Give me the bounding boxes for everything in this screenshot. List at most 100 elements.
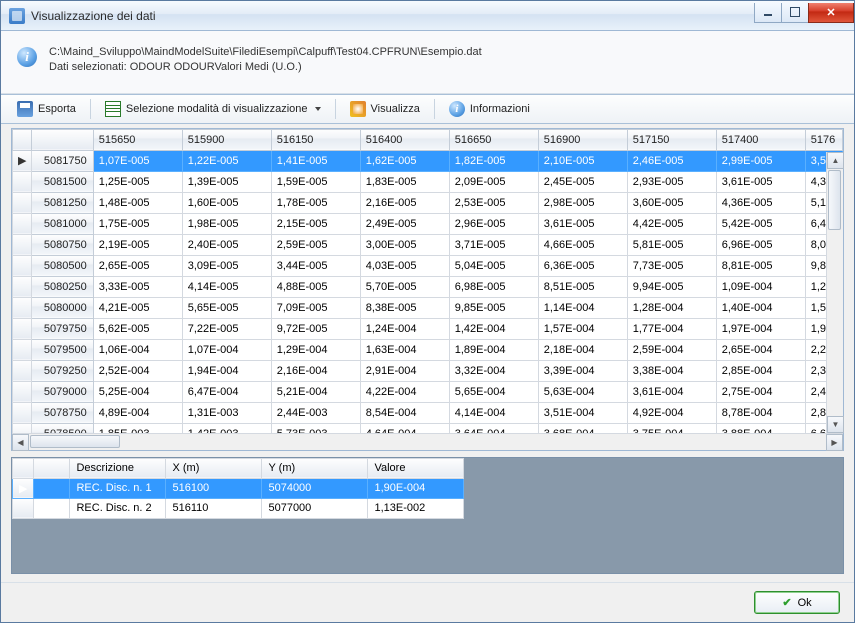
grid-cell[interactable]: 2,91E-004 [360,360,449,381]
grid-cell[interactable]: 5,70E-005 [360,276,449,297]
grid-cell[interactable]: 1,85E-003 [93,423,182,433]
grid-cell[interactable]: 1,63E-004 [360,339,449,360]
grid-cell[interactable]: 5,81E-005 [627,234,716,255]
grid-cell[interactable]: 2,18E-004 [538,339,627,360]
grid-cell[interactable]: 2,65E-005 [93,255,182,276]
table-row[interactable]: 50790005,25E-0046,47E-0045,21E-0044,22E-… [13,381,843,402]
vertical-scrollbar[interactable]: ▲ ▼ [826,152,843,433]
grid-cell[interactable]: 5,65E-005 [182,297,271,318]
grid-cell[interactable]: 1,82E-005 [449,150,538,171]
grid-cell[interactable]: 1,41E-005 [271,150,360,171]
grid-cell[interactable]: 8,51E-005 [538,276,627,297]
grid-cell[interactable]: 2,10E-005 [538,150,627,171]
grid-cell[interactable]: 1,28E-004 [627,297,716,318]
row-header[interactable]: 5080250 [31,276,93,297]
grid-cell[interactable]: 1,89E-004 [449,339,538,360]
row-header[interactable]: 5079250 [31,360,93,381]
column-header[interactable]: 5176 [805,129,842,150]
grid-cell[interactable]: 2,46E-005 [627,150,716,171]
row-selector[interactable]: ▶ [13,150,32,171]
grid-cell[interactable]: 7,22E-005 [182,318,271,339]
grid-cell[interactable]: 3,39E-004 [538,360,627,381]
grid-cell[interactable]: 5,25E-004 [93,381,182,402]
grid-cell[interactable]: 1,13E-002 [368,498,464,518]
grid-cell[interactable]: 6,36E-005 [538,255,627,276]
main-grid[interactable]: 5156505159005161505164005166505169005171… [11,128,844,451]
row-selector[interactable] [13,297,32,318]
grid-cell[interactable]: 1,75E-005 [93,213,182,234]
row-selector[interactable] [13,360,32,381]
grid-cell[interactable]: 3,44E-005 [271,255,360,276]
grid-cell[interactable]: 5,42E-005 [716,213,805,234]
row-selector[interactable]: ▶ [13,478,34,498]
row-selector[interactable] [13,339,32,360]
grid-cell[interactable]: 5077000 [262,498,368,518]
close-button[interactable] [808,3,854,23]
grid-cell[interactable]: 1,07E-004 [182,339,271,360]
grid-cell[interactable]: 5074000 [262,478,368,498]
grid-cell[interactable]: 3,00E-005 [360,234,449,255]
grid-cell[interactable]: 2,75E-004 [716,381,805,402]
grid-cell[interactable]: 4,89E-004 [93,402,182,423]
grid-cell[interactable]: 9,94E-005 [627,276,716,297]
grid-cell[interactable]: 1,31E-003 [182,402,271,423]
grid-cell[interactable]: 3,32E-004 [449,360,538,381]
grid-cell[interactable]: 3,33E-005 [93,276,182,297]
grid-cell[interactable]: 5,62E-005 [93,318,182,339]
table-row[interactable]: REC. Disc. n. 251611050770001,13E-002 [13,498,464,518]
grid-cell[interactable]: 1,97E-004 [716,318,805,339]
grid-cell[interactable]: 5,63E-004 [538,381,627,402]
column-header[interactable]: 516400 [360,129,449,150]
grid-cell[interactable]: 2,93E-005 [627,171,716,192]
grid-cell[interactable]: 3,38E-004 [627,360,716,381]
table-row[interactable]: 50807502,19E-0052,40E-0052,59E-0053,00E-… [13,234,843,255]
grid-cell[interactable]: 1,39E-005 [182,171,271,192]
column-header[interactable]: 515650 [93,129,182,150]
grid-cell[interactable]: 1,06E-004 [93,339,182,360]
row-selector[interactable] [13,381,32,402]
info-button[interactable]: i Informazioni [441,97,538,121]
table-row[interactable]: 50805002,65E-0053,09E-0053,44E-0054,03E-… [13,255,843,276]
grid-cell[interactable]: 4,22E-004 [360,381,449,402]
grid-cell[interactable]: 2,85E-004 [716,360,805,381]
row-header[interactable]: 5080000 [31,297,93,318]
scroll-right-icon[interactable]: ▶ [826,434,843,451]
grid-cell[interactable]: 4,36E-005 [716,192,805,213]
grid-cell[interactable]: 516110 [166,498,262,518]
row-header[interactable]: 5081750 [31,150,93,171]
minimize-button[interactable] [754,3,782,23]
grid-cell[interactable]: 516100 [166,478,262,498]
grid-cell[interactable]: 2,59E-004 [627,339,716,360]
row-selector[interactable] [13,276,32,297]
row-header[interactable]: 5078500 [31,423,93,433]
column-header[interactable]: 516650 [449,129,538,150]
grid-cell[interactable]: 7,73E-005 [627,255,716,276]
grid-cell[interactable]: 3,09E-005 [182,255,271,276]
grid-cell[interactable]: REC. Disc. n. 2 [70,498,166,518]
row-header[interactable]: 5081250 [31,192,93,213]
view-mode-button[interactable]: Selezione modalità di visualizzazione [97,97,329,121]
grid-cell[interactable]: 1,77E-004 [627,318,716,339]
grid-cell[interactable]: 9,85E-005 [449,297,538,318]
row-header[interactable]: 5079000 [31,381,93,402]
grid-cell[interactable]: 3,61E-004 [627,381,716,402]
scroll-left-icon[interactable]: ◀ [12,434,29,451]
row-selector[interactable] [13,171,32,192]
grid-cell[interactable]: 5,73E-003 [271,423,360,433]
grid-cell[interactable]: 3,61E-005 [716,171,805,192]
row-header[interactable]: 5081000 [31,213,93,234]
grid-cell[interactable]: 8,78E-004 [716,402,805,423]
grid-cell[interactable]: 2,09E-005 [449,171,538,192]
grid-cell[interactable]: 2,16E-005 [360,192,449,213]
grid-cell[interactable]: 2,40E-005 [182,234,271,255]
grid-cell[interactable]: 3,64E-004 [449,423,538,433]
table-row[interactable]: 50797505,62E-0057,22E-0059,72E-0051,24E-… [13,318,843,339]
row-header[interactable]: 5080500 [31,255,93,276]
table-row[interactable]: 50802503,33E-0054,14E-0054,88E-0055,70E-… [13,276,843,297]
maximize-button[interactable] [781,3,809,23]
grid-cell[interactable]: 3,88E-004 [716,423,805,433]
grid-cell[interactable]: 5,04E-005 [449,255,538,276]
grid-cell[interactable]: 1,24E-004 [360,318,449,339]
grid-cell[interactable]: 1,14E-004 [538,297,627,318]
grid-cell[interactable]: 2,49E-005 [360,213,449,234]
